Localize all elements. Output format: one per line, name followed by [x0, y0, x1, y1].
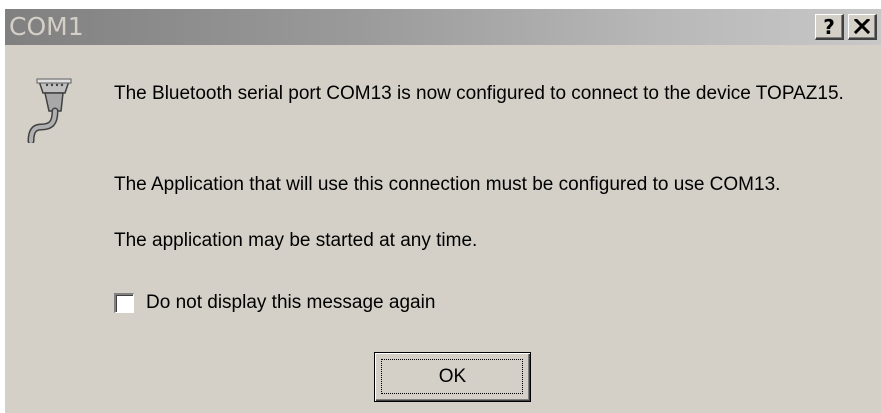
- ok-button-label: OK: [438, 366, 467, 387]
- message-line-3: The application may be started at any ti…: [114, 230, 478, 251]
- title-bar[interactable]: COM1 ?: [5, 9, 881, 45]
- dialog-window: COM1 ? The Bluetooth serial port COM13 i…: [4, 8, 881, 413]
- message-line-2: The Application that will use this conne…: [114, 174, 781, 195]
- help-button[interactable]: ?: [815, 14, 844, 40]
- dont-show-again-row[interactable]: Do not display this message again: [114, 292, 435, 314]
- window-title: COM1: [9, 12, 84, 41]
- help-icon: ?: [823, 14, 835, 39]
- ok-button[interactable]: OK: [374, 352, 531, 402]
- dont-show-again-checkbox[interactable]: [114, 293, 134, 313]
- close-icon: [854, 19, 870, 34]
- message-line-1: The Bluetooth serial port COM13 is now c…: [114, 83, 844, 104]
- dont-show-again-label[interactable]: Do not display this message again: [146, 292, 435, 314]
- close-button[interactable]: [848, 14, 877, 40]
- serial-port-cable-icon: [27, 77, 73, 145]
